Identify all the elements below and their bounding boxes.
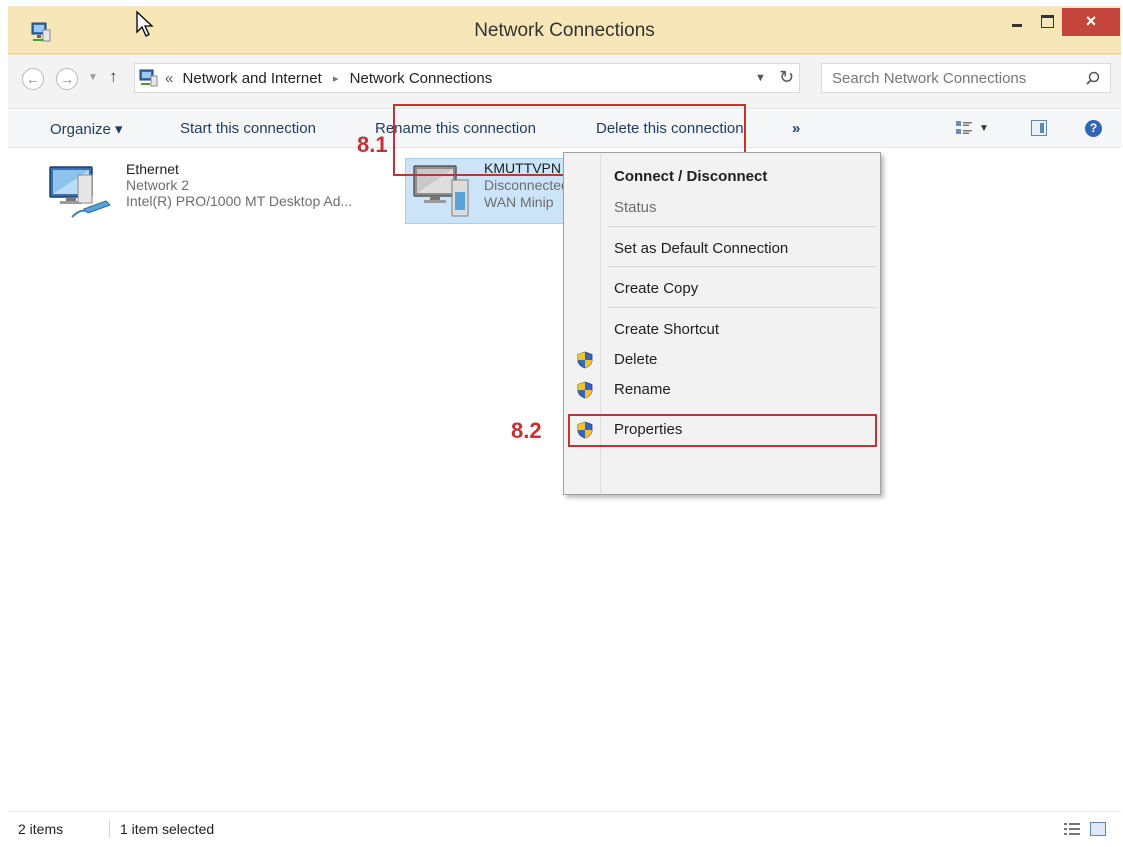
view-options-dropdown[interactable]: ▼: [979, 123, 989, 134]
item-count: 2 items: [18, 821, 64, 837]
selection-count: 1 item selected: [120, 821, 215, 837]
menu-item-status: Status: [564, 194, 880, 222]
maximize-button[interactable]: [1032, 8, 1062, 34]
large-icons-view-icon[interactable]: [1090, 822, 1106, 836]
menu-item-create-copy[interactable]: Create Copy: [564, 275, 880, 303]
connection-network: Network 2: [126, 177, 190, 193]
back-button[interactable]: ←: [22, 68, 44, 90]
menu-item-label: Rename: [614, 381, 671, 398]
help-icon[interactable]: ?: [1085, 120, 1102, 137]
network-folder-icon: [139, 69, 158, 87]
menu-item-label: Set as Default Connection: [614, 240, 789, 257]
breadcrumb-network-and-internet[interactable]: Network and Internet: [183, 70, 322, 87]
connection-device: WAN Minip: [484, 194, 554, 210]
more-commands-button[interactable]: »: [792, 120, 800, 137]
change-view-icon[interactable]: [956, 121, 972, 135]
connection-ethernet[interactable]: Ethernet Network 2 Intel(R) PRO/1000 MT …: [48, 161, 398, 223]
menu-item-create-shortcut[interactable]: Create Shortcut: [564, 316, 880, 344]
menu-item-label: Create Shortcut: [614, 321, 720, 338]
menu-item-connect-disconnect[interactable]: Connect / Disconnect: [564, 163, 880, 191]
connection-device: Intel(R) PRO/1000 MT Desktop Ad...: [126, 193, 353, 209]
breadcrumb-overflow[interactable]: «: [165, 70, 173, 87]
preview-pane-icon[interactable]: [1031, 120, 1047, 136]
callout-label-step-1: 8.1: [357, 132, 388, 157]
up-button[interactable]: ↑: [109, 67, 118, 87]
address-dropdown-button[interactable]: ▼: [755, 72, 766, 84]
refresh-button[interactable]: ↻: [779, 67, 794, 88]
menu-separator: [608, 307, 876, 308]
menu-separator: [608, 266, 876, 267]
menu-item-label: Status: [614, 199, 657, 216]
callout-label-step-2: 8.2: [511, 418, 542, 443]
status-bar: 2 items 1 item selected: [8, 811, 1121, 844]
uac-shield-icon: [577, 351, 593, 369]
close-button[interactable]: ×: [1062, 8, 1120, 36]
connection-name: Ethernet: [126, 161, 179, 177]
menu-item-label: Delete: [614, 351, 658, 368]
details-view-icon[interactable]: [1064, 822, 1080, 836]
menu-item-rename[interactable]: Rename: [564, 376, 880, 404]
breadcrumb: « Network and Internet ▸ Network Connect…: [165, 70, 492, 87]
title-bar[interactable]: Network Connections ×: [8, 6, 1121, 54]
window-title: Network Connections: [474, 20, 655, 41]
forward-button[interactable]: →: [56, 68, 78, 90]
uac-shield-icon: [577, 381, 593, 399]
search-icon[interactable]: [1086, 71, 1100, 85]
ethernet-adapter-icon: [49, 166, 111, 218]
breadcrumb-separator-icon[interactable]: ▸: [333, 73, 339, 85]
search-input[interactable]: Search Network Connections: [821, 63, 1111, 93]
connection-status: Disconnected: [484, 177, 569, 193]
breadcrumb-network-connections[interactable]: Network Connections: [350, 70, 493, 87]
recent-locations-dropdown[interactable]: ▼: [88, 72, 98, 83]
menu-item-label: Connect / Disconnect: [614, 168, 768, 185]
minimize-button[interactable]: [1002, 8, 1032, 34]
status-divider: [109, 820, 110, 838]
start-connection-button[interactable]: Start this connection: [180, 120, 316, 137]
address-field[interactable]: « Network and Internet ▸ Network Connect…: [134, 63, 800, 93]
menu-item-set-default[interactable]: Set as Default Connection: [564, 235, 880, 263]
callout-box-properties: [568, 414, 877, 447]
menu-item-label: Create Copy: [614, 280, 699, 297]
organize-button[interactable]: Organize ▾: [50, 120, 123, 138]
address-bar-row: ← → ▼ ↑ « Network and Internet ▸ Network…: [8, 55, 1121, 109]
search-placeholder: Search Network Connections: [832, 70, 1027, 87]
menu-separator: [608, 226, 876, 227]
menu-item-delete[interactable]: Delete: [564, 346, 880, 374]
